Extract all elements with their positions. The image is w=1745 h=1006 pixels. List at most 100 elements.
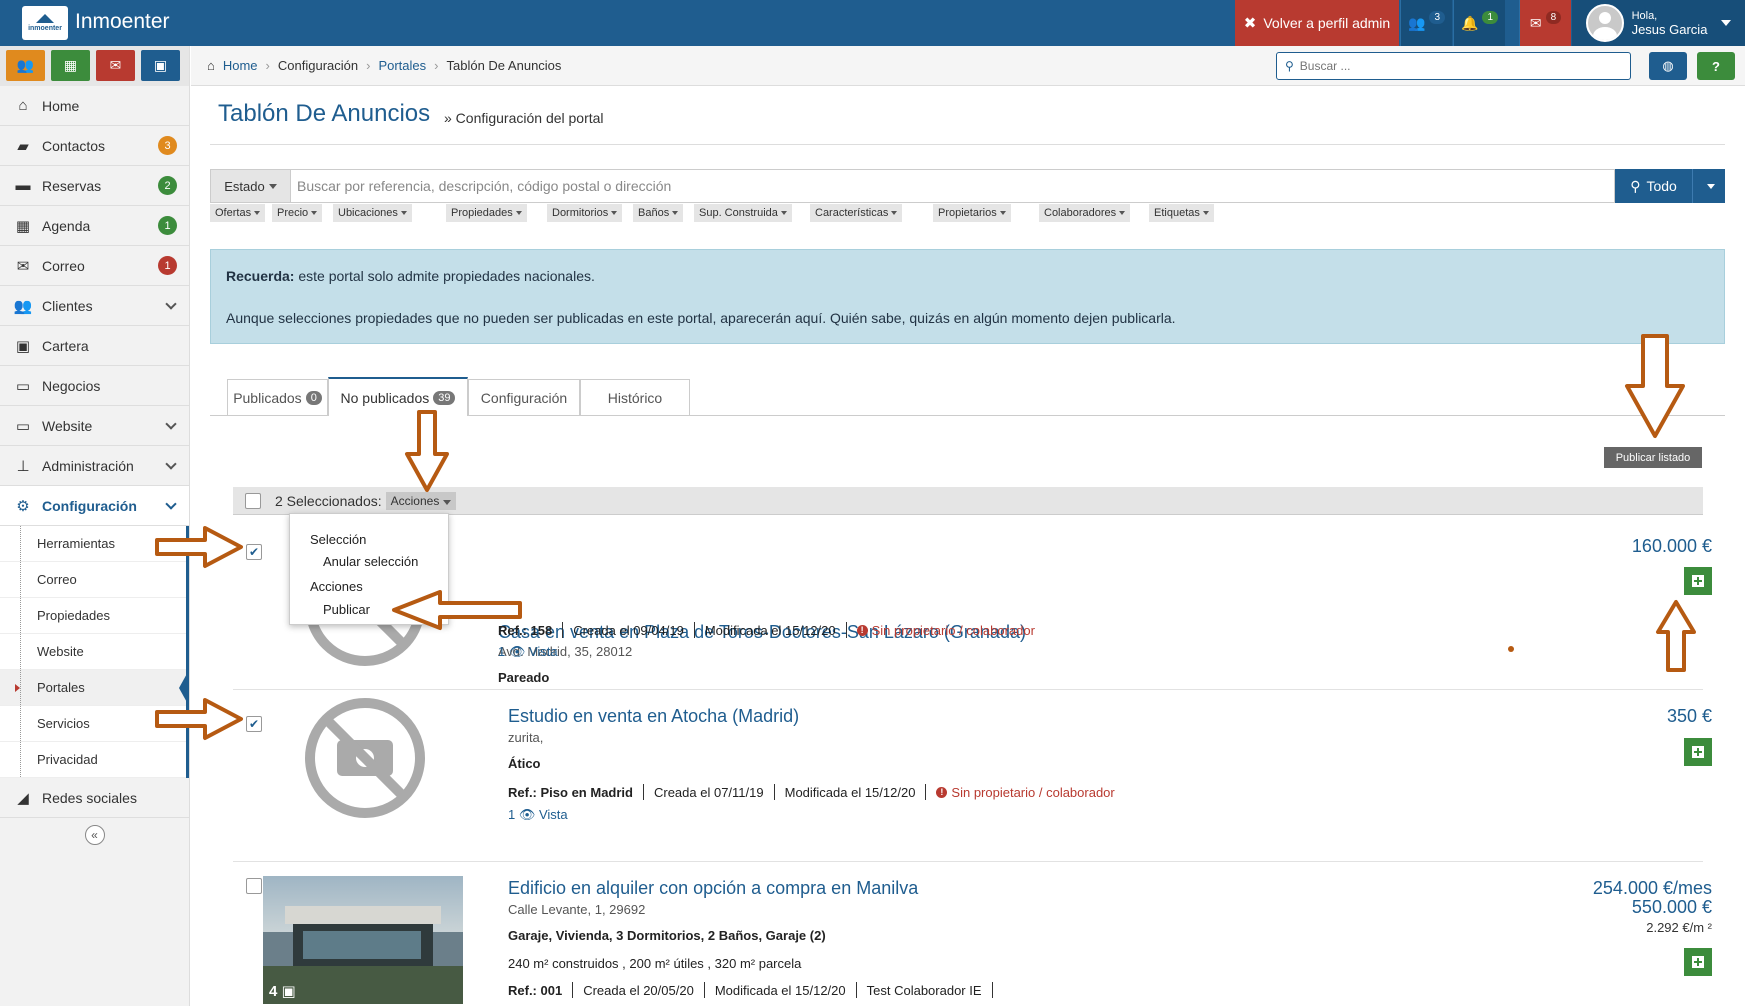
listing-photo[interactable]: 4 ▣ xyxy=(263,876,463,1004)
add-listing-button[interactable] xyxy=(1684,948,1712,976)
briefcase-icon: ▣ xyxy=(15,337,31,355)
global-search: ⚲ xyxy=(1276,52,1631,80)
selected-count: 2 Seleccionados: xyxy=(275,492,382,509)
caret-down-icon xyxy=(268,183,277,189)
breadcrumb-configuracion: Configuración xyxy=(277,58,359,73)
search-input[interactable] xyxy=(1299,59,1600,73)
users-icon: 👥 xyxy=(16,57,35,73)
add-listing-button[interactable] xyxy=(1684,738,1712,766)
quick-briefcase-button[interactable]: ▣ xyxy=(141,50,180,81)
sidebar-item-label: Reservas xyxy=(42,177,102,194)
tab-publicados[interactable]: Publicados 0 xyxy=(227,379,328,415)
chip-banos[interactable]: Baños xyxy=(633,204,684,222)
help-button[interactable]: ? xyxy=(1697,52,1735,80)
bed-icon: ▬ xyxy=(15,177,31,194)
sidebar-item-website[interactable]: ▭ Website xyxy=(0,406,189,446)
money-icon: ▭ xyxy=(15,377,31,395)
menu-item-anular-seleccion[interactable]: Anular selección xyxy=(323,554,418,569)
sidebar-item-negocios[interactable]: ▭ Negocios xyxy=(0,366,189,406)
sidebar-item-label: Home xyxy=(42,97,80,114)
tab-historico[interactable]: Histórico xyxy=(580,379,690,415)
user-menu[interactable]: Hola, Jesus Garcia xyxy=(1572,0,1745,46)
subitem-website[interactable]: Website xyxy=(0,634,186,670)
breadcrumb-home[interactable]: Home xyxy=(223,58,258,73)
team-button[interactable]: 👥 3 xyxy=(1400,0,1452,46)
notifications-button[interactable]: 🔔 1 xyxy=(1453,0,1505,46)
sidebar-item-contactos[interactable]: ▰ Contactos 3 xyxy=(0,126,189,166)
chip-etiquetas[interactable]: Etiquetas xyxy=(1149,204,1214,222)
megaphone-icon: ◢ xyxy=(17,789,29,807)
sidebar-item-label: Configuración xyxy=(42,497,137,514)
chip-dormitorios[interactable]: Dormitorios xyxy=(547,204,623,222)
sidebar-item-cartera[interactable]: ▣ Cartera xyxy=(0,326,189,366)
collapse-sidebar-button[interactable]: « xyxy=(84,825,105,845)
plus-icon xyxy=(1692,746,1704,758)
sidebar-item-agenda[interactable]: ▦ Agenda 1 xyxy=(0,206,189,246)
app-name: Inmoenter xyxy=(75,10,170,33)
listing-title[interactable]: Edificio en alquiler con opción a compra… xyxy=(508,878,918,899)
globe-icon: ◍ xyxy=(1662,58,1674,73)
listing-checkbox[interactable] xyxy=(246,878,262,894)
acciones-dropdown[interactable]: Acciones xyxy=(385,491,457,510)
estado-dropdown[interactable]: Estado xyxy=(210,169,291,203)
todo-search-button[interactable]: ⚲ Todo xyxy=(1615,169,1692,203)
sidebar-item-reservas[interactable]: ▬ Reservas 2 xyxy=(0,166,189,206)
chip-sup-construida[interactable]: Sup. Construida xyxy=(694,204,792,222)
volver-label: Volver a perfil admin xyxy=(1263,15,1391,31)
gears-icon: ⚙ xyxy=(16,497,30,515)
sidebar-item-home[interactable]: ⌂ Home xyxy=(0,86,189,126)
subitem-propiedades[interactable]: Propiedades xyxy=(0,598,186,634)
chip-precio[interactable]: Precio xyxy=(272,204,323,222)
annotation-dot xyxy=(1508,646,1514,652)
subitem-privacidad[interactable]: Privacidad xyxy=(0,742,186,778)
select-all-checkbox[interactable] xyxy=(245,492,261,509)
chip-propietarios[interactable]: Propietarios xyxy=(933,204,1011,222)
listing-title[interactable]: Estudio en venta en Atocha (Madrid) xyxy=(508,706,799,727)
users-icon: 👥 xyxy=(1408,14,1426,31)
publicados-count: 0 xyxy=(305,390,322,405)
agenda-badge: 1 xyxy=(158,216,177,235)
quick-contacts-button[interactable]: 👥 xyxy=(6,50,45,81)
sidebar-item-configuracion[interactable]: ⚙ Configuración xyxy=(0,486,189,526)
chip-colaboradores[interactable]: Colaboradores xyxy=(1039,204,1131,222)
menu-header-acciones: Acciones xyxy=(310,579,363,594)
sidebar-item-administracion[interactable]: ⊥ Administración xyxy=(0,446,189,486)
sidebar-item-correo[interactable]: ✉ Correo 1 xyxy=(0,246,189,286)
listing-vista[interactable]: 1 👁 Vista xyxy=(508,807,568,823)
property-search-input[interactable]: Buscar por referencia, descripción, códi… xyxy=(291,169,1615,203)
listing-warning: Sin propietario / colaborador xyxy=(871,622,1035,638)
tab-configuracion[interactable]: Configuración xyxy=(468,379,580,415)
warning-icon: ! xyxy=(856,624,868,636)
calendar-icon: ▦ xyxy=(15,217,31,235)
chevron-down-icon xyxy=(165,458,177,470)
no-photo-icon xyxy=(305,698,425,818)
sidebar-item-clientes[interactable]: 👥 Clientes xyxy=(0,286,189,326)
add-listing-button[interactable] xyxy=(1684,567,1712,595)
chip-ofertas[interactable]: Ofertas xyxy=(210,204,266,222)
sidebar-item-redes-sociales[interactable]: ◢ Redes sociales xyxy=(0,778,189,818)
breadcrumb-bar: ⌂ Home › Configuración › Portales › Tabl… xyxy=(191,46,1745,86)
globe-button[interactable]: ◍ xyxy=(1649,52,1687,80)
quick-calendar-button[interactable]: ▦ xyxy=(51,50,90,81)
chip-propiedades[interactable]: Propiedades xyxy=(446,204,527,222)
volver-admin-button[interactable]: ✖ Volver a perfil admin xyxy=(1235,0,1399,46)
todo-dropdown-toggle[interactable] xyxy=(1692,169,1725,203)
app-logo[interactable]: inmoenter xyxy=(22,6,68,40)
quick-mail-button[interactable]: ✉ xyxy=(96,50,135,81)
chip-caracteristicas[interactable]: Características xyxy=(810,204,903,222)
mail-button[interactable]: ✉ 8 xyxy=(1519,0,1571,46)
caret-down-icon xyxy=(254,211,261,215)
search-filter-row: Estado Buscar por referencia, descripció… xyxy=(210,169,1725,203)
annotation-arrow-left-icon xyxy=(392,590,522,630)
listing-vista[interactable]: 1 👁 Vista xyxy=(498,644,558,660)
listing-checkbox[interactable]: ✔ xyxy=(246,544,262,560)
chip-ubicaciones[interactable]: Ubicaciones xyxy=(333,204,412,222)
sidebar-item-label: Agenda xyxy=(42,217,91,234)
publicar-listado-button[interactable]: Publicar listado xyxy=(1604,447,1702,468)
envelope-icon: ✉ xyxy=(1529,14,1542,31)
menu-item-publicar[interactable]: Publicar xyxy=(323,602,370,617)
sidebar-item-label: Clientes xyxy=(42,297,93,314)
breadcrumb-portales[interactable]: Portales xyxy=(378,58,426,73)
divider xyxy=(210,144,1725,145)
listing-checkbox[interactable]: ✔ xyxy=(246,716,262,732)
